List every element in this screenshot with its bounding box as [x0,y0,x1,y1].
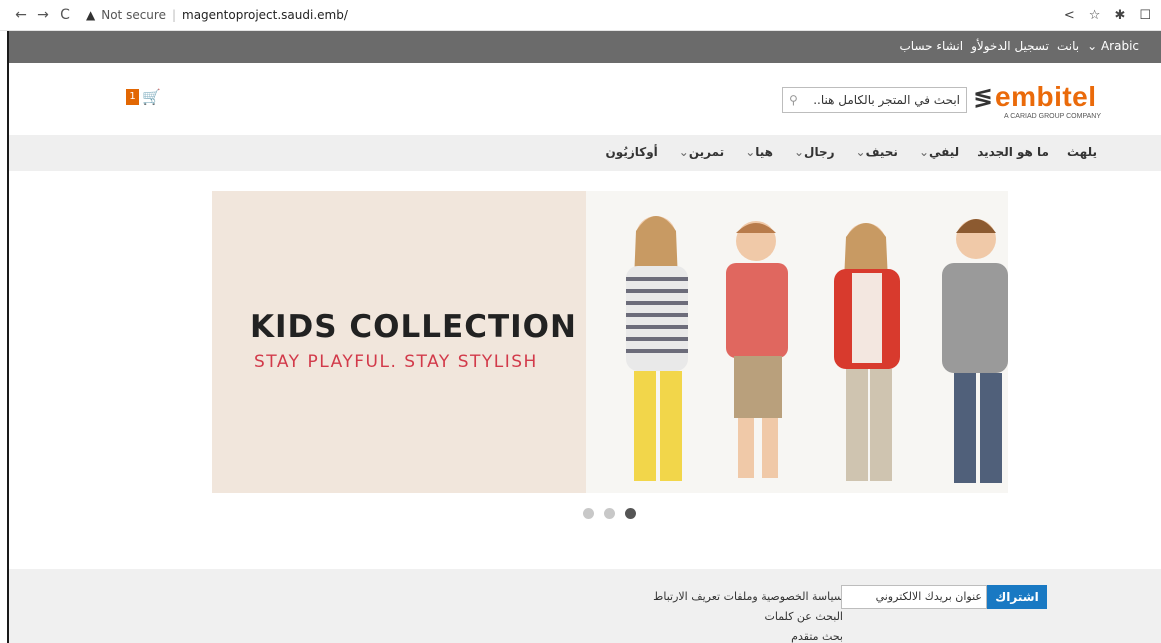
kids-illustration [626,216,1008,483]
window-icon[interactable]: ☐ [1139,8,1151,23]
address-bar[interactable]: magentoproject.saudi.emb/ [182,8,348,22]
kid-figure [834,223,900,481]
banner-subtitle: STAY PLAYFUL. STAY STYLISH [254,352,538,372]
nav-item[interactable]: يلهث [1067,145,1097,159]
security-label[interactable]: Not secure [101,8,166,22]
share-icon[interactable]: < [1064,8,1075,23]
kid-figure [626,216,688,481]
welcome-text: بانت [1056,39,1080,53]
chevron-down-icon: ⌄ [855,145,866,159]
logo-word: embitel [995,81,1097,112]
nav-item[interactable]: هيا⌄ [742,145,773,159]
top-bar: انشاء حساب تسجيل الدخولأو بانت ⌄ Arabic [9,31,1161,63]
nav-item[interactable]: أوكازيُون [606,145,658,159]
logo-mark-icon: ≶ [973,83,994,111]
slider-dots [583,508,636,519]
minicart[interactable]: 1 🛒 [126,88,161,106]
nav-item[interactable]: ما هو الجديد [977,145,1049,159]
main-navigation: يلهث ما هو الجديد ليفي⌄ نحيف⌄ رجال⌄ هيا⌄… [9,135,1161,171]
create-account-link[interactable]: انشاء حساب [900,39,964,53]
browser-toolbar: ← → C ▲ Not secure | magentoproject.saud… [0,0,1161,31]
nav-item[interactable]: تمرين⌄ [676,145,724,159]
chevron-down-icon: ⌄ [918,145,929,159]
nav-item[interactable]: نحيف⌄ [853,145,898,159]
newsletter-email-input[interactable]: عنوان بريدك الالكتروني [841,585,987,609]
newsletter-form: عنوان بريدك الالكتروني اشتراك [841,585,1049,609]
nav-menu: يلهث ما هو الجديد ليفي⌄ نحيف⌄ رجال⌄ هيا⌄… [606,145,1097,159]
footer-link-privacy[interactable]: سياسة الخصوصية وملفات تعريف الارتباط [653,587,843,607]
language-switcher[interactable]: ⌄ Arabic [1087,39,1139,53]
chevron-down-icon: ⌄ [1087,39,1101,53]
chevron-down-icon: ⌄ [745,145,756,159]
cart-icon: 🛒 [142,88,161,106]
store-logo[interactable]: ≶ embitel A CARIAD GROUP COMPANY [973,81,1105,121]
slider-dot[interactable] [583,508,594,519]
forward-arrow-icon[interactable]: → [32,7,54,23]
back-arrow-icon[interactable]: ← [10,7,32,23]
nav-item[interactable]: ليفي⌄ [916,145,959,159]
nav-item-label: ليفي [929,145,960,159]
hero-banner[interactable]: KIDS COLLECTION STAY PLAYFUL. STAY STYLI… [212,191,1008,493]
kid-figure [942,219,1008,483]
nav-item-label: يلهث [1066,145,1097,159]
top-links: انشاء حساب تسجيل الدخولأو بانت ⌄ Arabic [900,39,1140,53]
nav-item-label: نحيف [865,145,898,159]
slider-dot-active[interactable] [625,508,636,519]
nav-item-label: رجال [804,145,835,159]
search-icon[interactable]: ⚲ [789,93,798,107]
bookmark-star-icon[interactable]: ☆ [1089,8,1101,23]
search-input[interactable]: ابحث في المتجر بالكامل هنا.. ⚲ [782,87,967,113]
logo-tagline: A CARIAD GROUP COMPANY [1004,113,1101,120]
language-label: Arabic [1100,39,1139,53]
footer: سياسة الخصوصية وملفات تعريف الارتباط الب… [9,569,1161,643]
chevron-down-icon: ⌄ [678,145,689,159]
url-separator: | [171,8,177,22]
slider-dot[interactable] [604,508,615,519]
banner-photo [586,191,1008,493]
page: انشاء حساب تسجيل الدخولأو بانت ⌄ Arabic … [7,31,1161,643]
subscribe-button[interactable]: اشتراك [987,585,1047,609]
sign-in-link[interactable]: تسجيل الدخولأو [971,39,1049,53]
nav-item-label: تمرين [688,145,725,159]
sign-in-label: تسجيل الدخول [976,39,1049,53]
footer-links: سياسة الخصوصية وملفات تعريف الارتباط الب… [653,587,843,643]
nav-item-label: هيا [755,145,773,159]
browser-actions: < ☆ ✱ ☐ [1064,0,1151,31]
nav-item[interactable]: رجال⌄ [791,145,835,159]
nav-item-label: أوكازيُون [605,145,658,159]
cart-count-badge: 1 [126,89,139,105]
header: 1 🛒 ابحث في المتجر بالكامل هنا.. ⚲ ≶ emb… [9,63,1161,135]
banner-title: KIDS COLLECTION [250,309,577,345]
search-placeholder: ابحث في المتجر بالكامل هنا.. [813,93,960,107]
warning-icon[interactable]: ▲ [86,8,95,22]
reload-icon[interactable]: C [54,7,76,23]
footer-link-advanced-search[interactable]: بحث متقدم [653,627,843,643]
kid-figure [726,221,788,478]
chevron-down-icon: ⌄ [793,145,805,159]
extensions-icon[interactable]: ✱ [1114,8,1125,23]
footer-link-search-terms[interactable]: البحث عن كلمات [653,607,843,627]
nav-item-label: ما هو الجديد [977,145,1049,159]
